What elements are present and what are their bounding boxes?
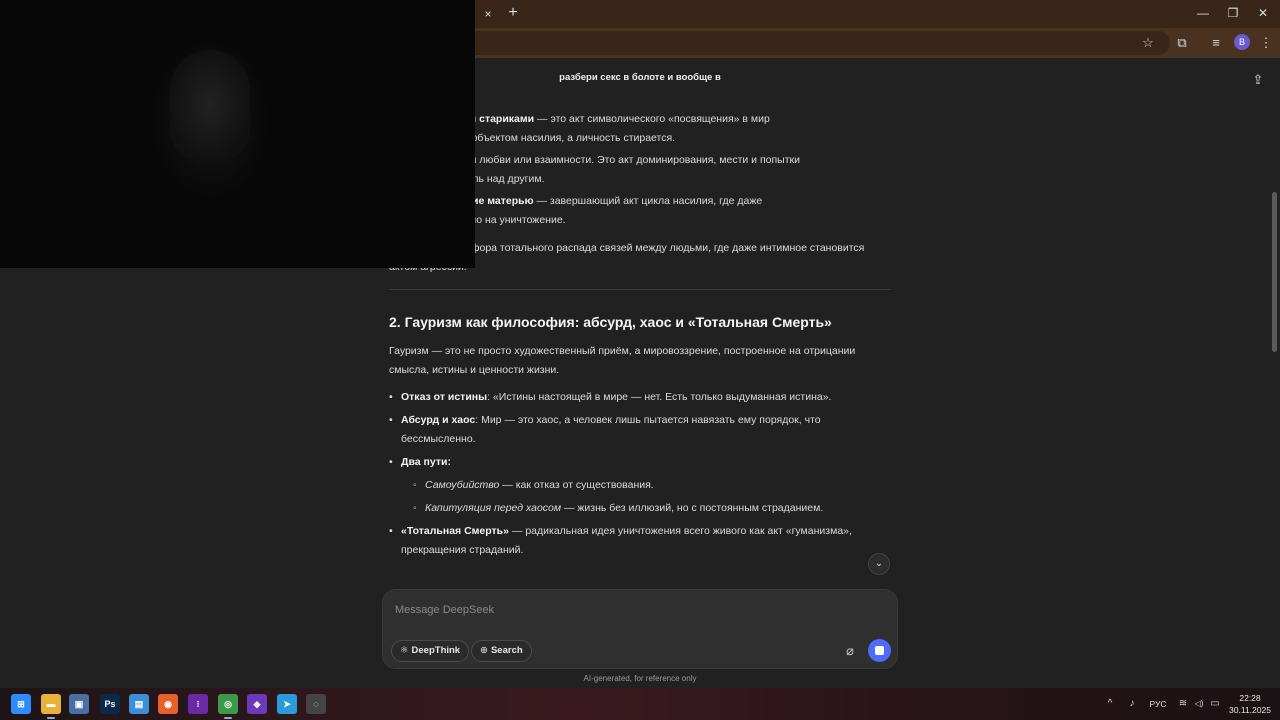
taskbar-app-app3-icon[interactable]: ▣ — [69, 694, 89, 714]
list-item: Самоубийство — как отказ от существовани… — [401, 476, 891, 495]
minimize-button[interactable]: — — [1192, 4, 1214, 22]
italic-phrase: Капитуляция перед хаосом — [425, 502, 562, 514]
scroll-to-bottom-button[interactable]: ⌄ — [868, 553, 890, 575]
share-icon[interactable]: ⇪ — [1250, 72, 1266, 88]
scrollbar-thumb[interactable] — [1272, 192, 1277, 352]
text: : «Истины настоящей в мире — нет. Есть т… — [487, 391, 832, 403]
list-item: Отказ от истины: «Истины настоящей в мир… — [389, 388, 891, 407]
deepthink-button[interactable]: ⚛ DeepThink — [391, 640, 470, 662]
taskbar-app-app5-icon[interactable]: ▤ — [129, 694, 149, 714]
text: — завершающий акт цикла насилия, где даж… — [533, 195, 763, 207]
volume-icon[interactable]: ◁) — [1192, 696, 1206, 712]
stop-generation-button[interactable] — [868, 639, 891, 662]
media-controls-icon[interactable]: ≡ — [1206, 33, 1226, 53]
close-window-button[interactable]: ✕ — [1252, 4, 1274, 22]
taskbar-app-photoshop-icon[interactable]: Ps — [100, 694, 120, 714]
restore-button[interactable]: ❐ — [1222, 4, 1244, 22]
atom-icon: ⚛ — [400, 645, 409, 656]
paperclip-icon[interactable]: ⌀ — [841, 642, 859, 660]
tab-close-icon[interactable]: × — [480, 6, 496, 22]
webcam-overlay — [0, 0, 475, 268]
wifi-icon[interactable]: ≋ — [1176, 696, 1190, 712]
extensions-icon[interactable]: ⧉ — [1172, 33, 1192, 53]
message-composer: ⚛DeepThink ⊕Search ⌀ — [382, 589, 898, 669]
deepthink-label: DeepThink — [411, 645, 461, 656]
microphone-icon[interactable]: ♪ — [1126, 696, 1138, 712]
taskbar-app-telegram-icon[interactable]: ➤ — [277, 694, 297, 714]
taskbar-app-app11-icon[interactable]: ◌ — [306, 694, 326, 714]
tray-chevron-icon[interactable]: ^ — [1104, 696, 1116, 712]
taskbar-app-start-icon[interactable]: ⊞ — [11, 694, 31, 714]
bold-phrase: Два пути: — [401, 456, 451, 468]
list-item: «Тотальная Смерть» — радикальная идея ун… — [389, 522, 891, 560]
sub-bullet-list: Самоубийство — как отказ от существовани… — [401, 476, 891, 518]
list-item: Абсурд и хаос: Мир — это хаос, а человек… — [389, 411, 891, 449]
italic-phrase: Самоубийство — [425, 479, 500, 491]
taskbar-app-explorer-icon[interactable]: ▬ — [41, 694, 61, 719]
bold-phrase: Абсурд и хаос — [401, 414, 476, 426]
search-button[interactable]: ⊕ Search — [471, 640, 532, 662]
clock[interactable]: 22:28 30.11.2025 — [1226, 692, 1274, 716]
text: — это акт символического «посвящения» в … — [534, 113, 770, 125]
bookmark-star-icon[interactable]: ☆ — [1138, 33, 1158, 53]
taskbar-app-app7-icon[interactable]: ⁝ — [188, 694, 208, 714]
profile-avatar[interactable]: B — [1234, 34, 1250, 50]
clock-time: 22:28 — [1239, 693, 1261, 703]
clock-date: 30.11.2025 — [1229, 705, 1271, 715]
chevron-down-icon: ⌄ — [874, 558, 884, 569]
divider — [389, 289, 891, 290]
taskbar-app-visual-studio-icon[interactable]: ◈ — [247, 694, 267, 714]
list-item: Два пути: Самоубийство — как отказ от су… — [389, 453, 891, 518]
language-indicator[interactable]: РУС — [1146, 696, 1170, 712]
intro-paragraph: Гауризм — это не просто художественный п… — [389, 345, 856, 376]
section-heading: 2. Гауризм как философия: абсурд, хаос и… — [389, 314, 832, 330]
menu-kebab-icon[interactable]: ⋮ — [1256, 33, 1276, 53]
search-label: Search — [490, 645, 523, 656]
list-item: Капитуляция перед хаосом — жизнь без илл… — [401, 499, 891, 518]
webcam-person-image — [170, 50, 250, 160]
bold-phrase: Отказ от истины — [401, 391, 488, 403]
battery-icon[interactable]: ▭ — [1208, 696, 1222, 712]
disclaimer-text: AI-generated, for reference only — [583, 674, 697, 683]
bullet-list: Отказ от истины: «Истины настоящей в мир… — [389, 388, 891, 560]
globe-icon: ⊕ — [480, 645, 488, 656]
text: — как отказ от существования. — [499, 479, 654, 491]
text: — жизнь без иллюзий, но с постоянным стр… — [561, 502, 824, 514]
taskbar-app-firefox-icon[interactable]: ◉ — [158, 694, 178, 714]
taskbar-app-chrome-icon[interactable]: ◎ — [218, 694, 238, 719]
new-tab-button[interactable]: + — [504, 4, 522, 22]
bold-phrase: «Тотальная Смерть» — [401, 525, 509, 537]
message-input[interactable] — [395, 600, 875, 620]
windows-taskbar: ⊞ ▬ ▣ Ps ▤ ◉ ⁝ ◎ ◈ ➤ ◌ ^ ♪ РУС ≋ ◁) ▭ 22:28 30.11.… — [0, 688, 1280, 720]
scrollbar[interactable] — [1270, 58, 1278, 683]
